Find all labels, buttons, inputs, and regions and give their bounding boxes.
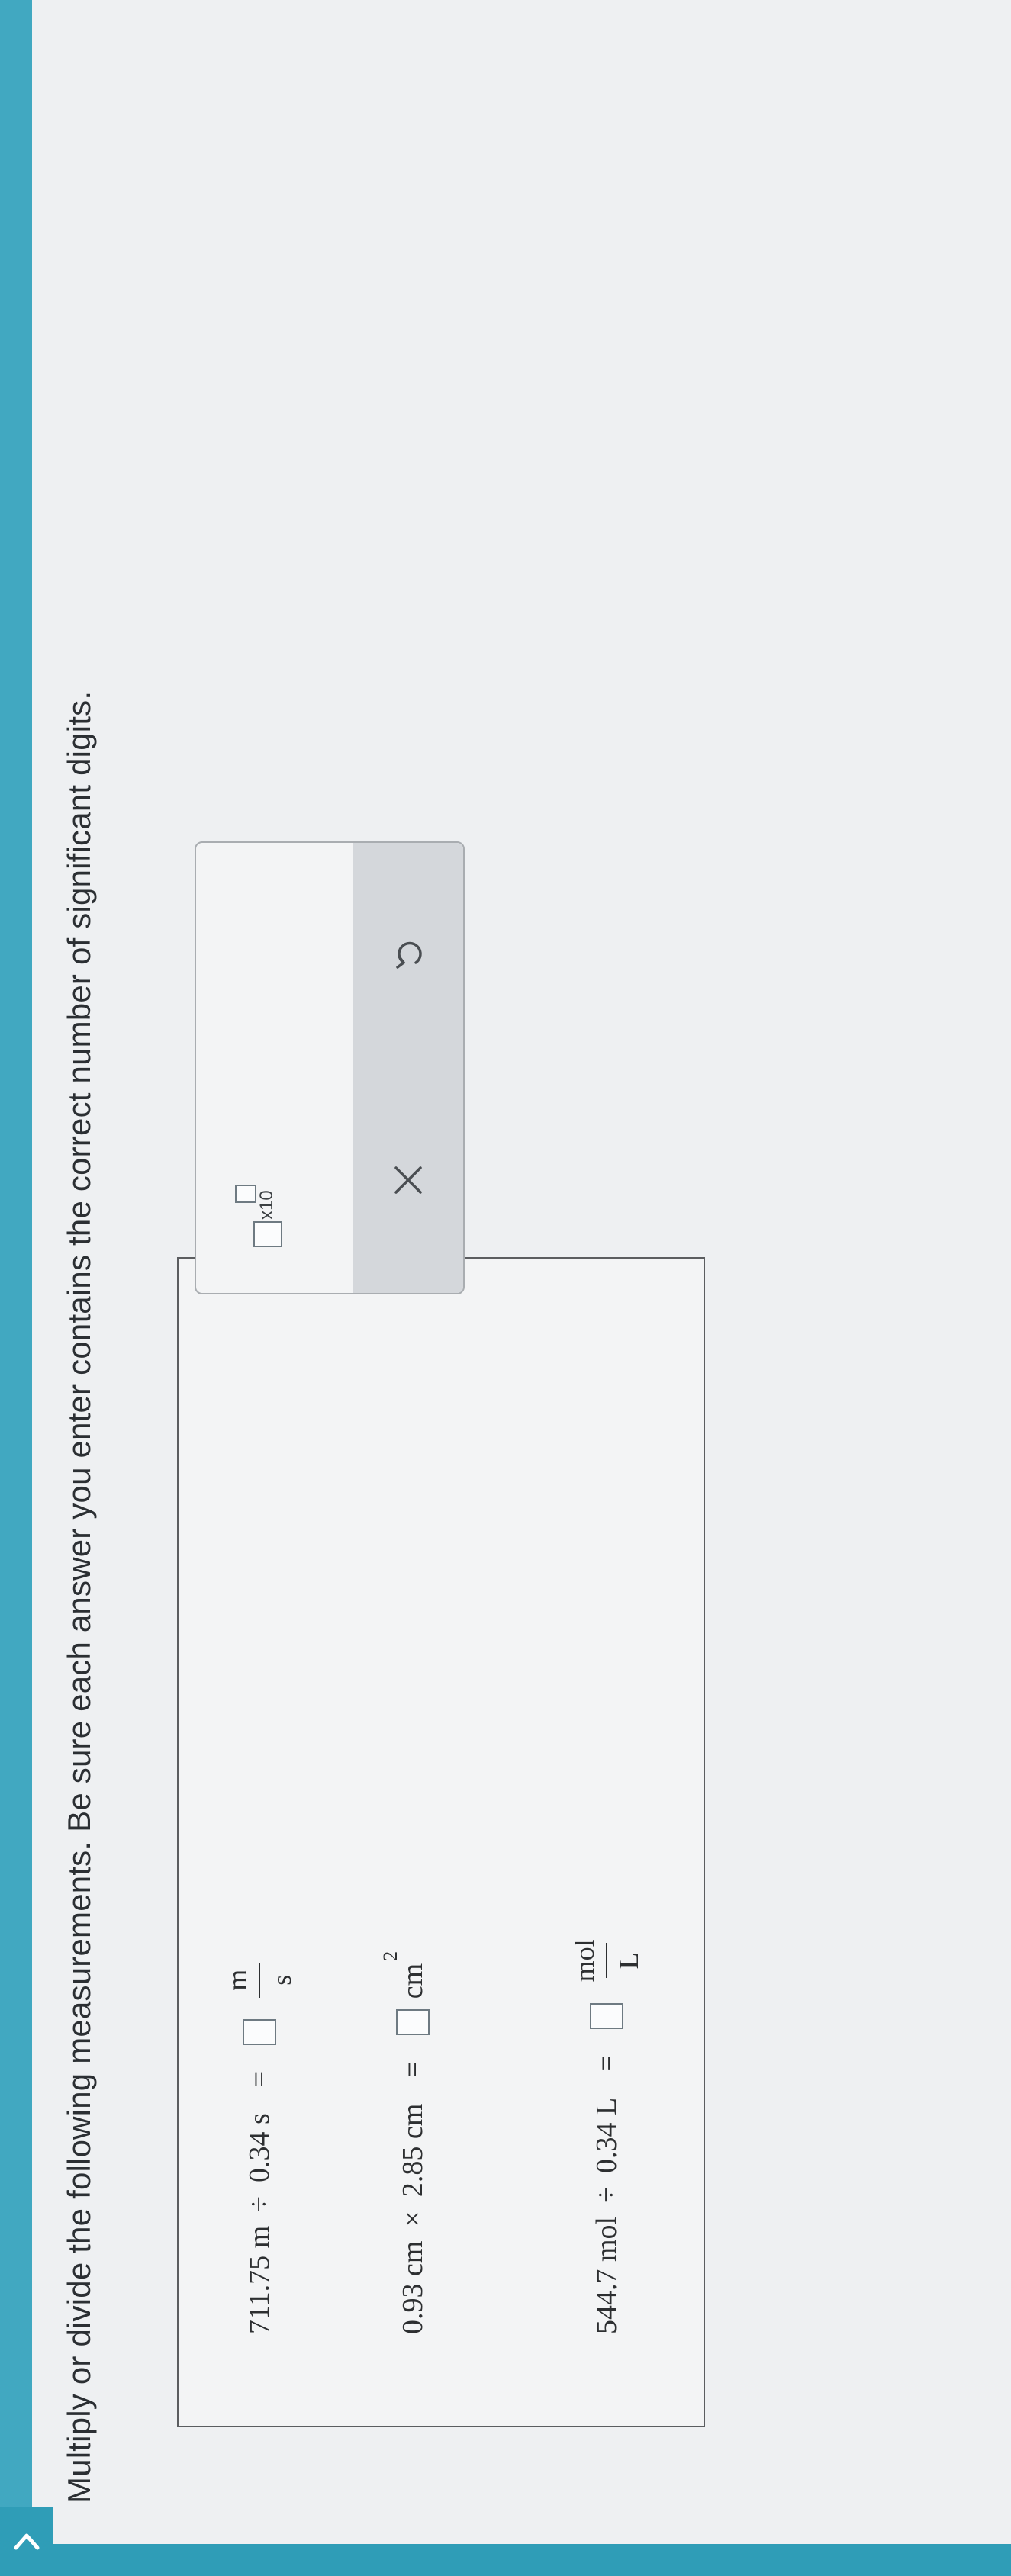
unit-with-exponent: cm 2 [379, 1951, 430, 1999]
unit-denominator: L [613, 1952, 644, 1970]
fraction-bar [606, 1943, 607, 1979]
right-operand: 0.34 L [591, 2097, 623, 2174]
unit-numerator: m [222, 1969, 253, 1991]
left-operand: 711.75 m [243, 2225, 275, 2334]
left-operand: 544.7 mol [591, 2216, 623, 2334]
scientific-notation-icon[interactable]: x10 [230, 1179, 291, 1247]
expand-button[interactable] [0, 2507, 53, 2576]
side-strip [0, 2544, 1011, 2576]
question-box: 711.75 m ÷ 0.34 s = m s 0.93 cm × 2.85 c… [177, 1257, 705, 2427]
operator: ÷ [591, 2187, 623, 2203]
equals-sign: = [397, 2061, 429, 2078]
answer-input-3[interactable] [590, 2003, 623, 2030]
equals-sign: = [591, 2055, 623, 2072]
unit-label: cm [397, 1963, 429, 1999]
right-operand: 2.85 cm [397, 2103, 429, 2198]
close-icon [394, 1166, 422, 1195]
problem-row-2: 0.93 cm × 2.85 cm = cm 2 [379, 1951, 430, 2334]
answer-input-2[interactable] [396, 2009, 430, 2036]
x10-label: x10 [256, 1190, 277, 1220]
unit-denominator: s [266, 1974, 297, 1986]
tool-panel: x10 [195, 841, 465, 1294]
top-bar [0, 0, 32, 2544]
page: Multiply or divide the following measure… [0, 0, 1011, 2576]
action-bar [353, 843, 463, 1293]
operator: ÷ [243, 2195, 275, 2212]
answer-input-1[interactable] [243, 2018, 276, 2045]
mantissa-box-icon [253, 1221, 282, 1247]
right-operand: 0.34 s [243, 2113, 275, 2182]
unit-fraction: m s [221, 1962, 298, 1998]
unit-fraction: mol L [568, 1939, 646, 1982]
question-prompt: Multiply or divide the following measure… [61, 690, 97, 2504]
clear-button[interactable] [378, 1150, 439, 1211]
problem-row-3: 544.7 mol ÷ 0.34 L = mol L [568, 1939, 646, 2334]
fraction-bar [259, 1962, 260, 1998]
equals-sign: = [243, 2070, 275, 2088]
unit-numerator: mol [569, 1939, 600, 1983]
undo-button[interactable] [378, 925, 439, 986]
chevron-right-icon [14, 2533, 40, 2550]
problem-row-1: 711.75 m ÷ 0.34 s = m s [221, 1962, 298, 2334]
operator: × [397, 2211, 429, 2227]
left-operand: 0.93 cm [397, 2240, 429, 2334]
exponent-box-icon [235, 1185, 256, 1203]
undo-icon [395, 942, 422, 970]
unit-exponent: 2 [379, 1950, 401, 1961]
